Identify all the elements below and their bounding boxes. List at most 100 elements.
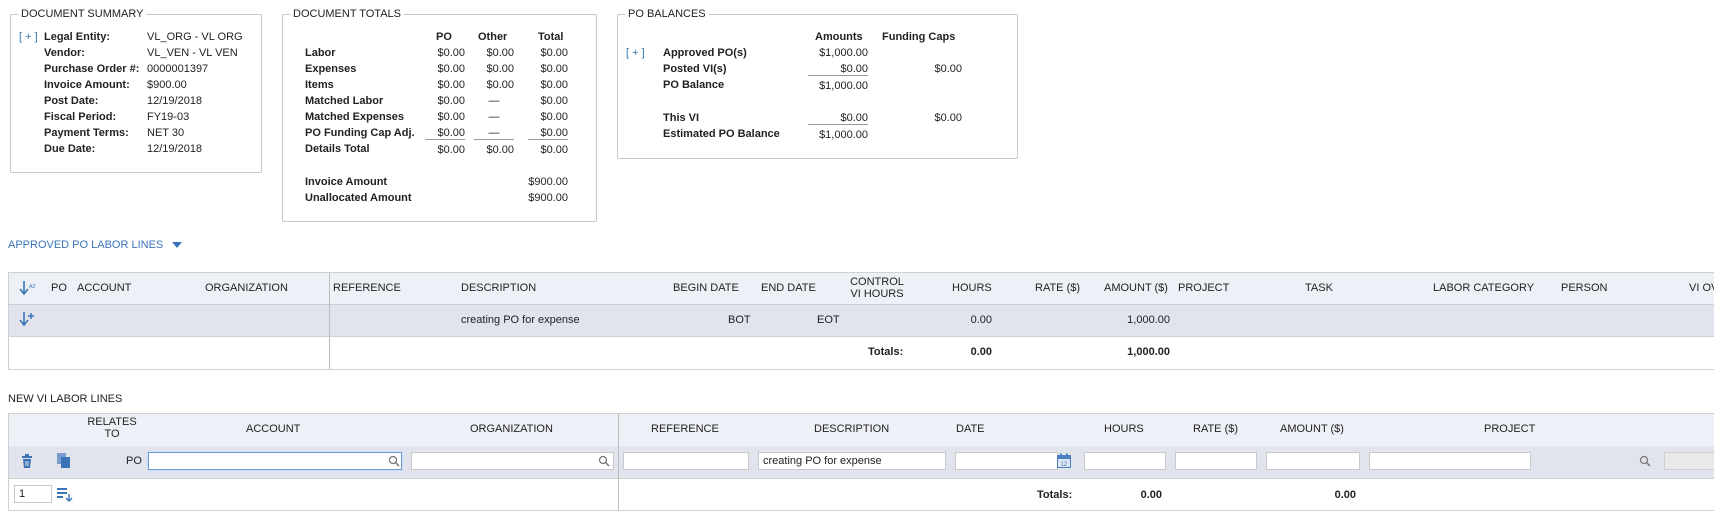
approved-row-hours: 0.00 [970, 314, 992, 326]
totals-po-value: $0.00 [437, 95, 465, 107]
unallocated-amount-value: $900.00 [528, 192, 568, 204]
unallocated-amount-label: Unallocated Amount [305, 192, 412, 204]
new-vi-description-input[interactable] [758, 452, 946, 470]
legal-entity-expand-link[interactable]: [ + ] [19, 31, 38, 43]
new-vi-col-amount: AMOUNT ($) [1280, 423, 1344, 435]
balances-label-this-vi: This VI [663, 112, 700, 124]
new-vi-hours-input[interactable] [1084, 452, 1166, 470]
approved-totals-amount: 1,000.00 [1127, 346, 1170, 358]
approved-col-vi-ov: VI OV [1689, 282, 1714, 294]
new-vi-organization-input[interactable] [411, 452, 614, 470]
balances-label-posted-vis: Posted VI(s) [663, 63, 727, 75]
calendar-icon[interactable]: 12 [1056, 453, 1072, 469]
approved-po-expand-link[interactable]: [ + ] [626, 47, 645, 59]
approved-col-description: DESCRIPTION [461, 282, 537, 294]
approved-grid-data-row [9, 305, 1714, 336]
approved-row-begin-date: BOT [728, 314, 751, 326]
account-search-icon[interactable] [388, 455, 400, 467]
approved-col-project: PROJECT [1178, 282, 1230, 294]
totals-po-value: $0.00 [437, 63, 465, 75]
approved-col-labor-category: LABOR CATEGORY [1433, 282, 1535, 294]
totals-total-value: $0.00 [540, 47, 568, 59]
totals-other-value: $0.00 [486, 63, 514, 75]
balances-cap-posted-vis: $0.00 [934, 63, 962, 75]
approved-col-begin-date: BEGIN DATE [673, 282, 739, 294]
add-rows-icon[interactable] [56, 486, 73, 502]
totals-po-value: $0.00 [437, 47, 465, 59]
totals-label: Items [305, 79, 334, 91]
summary-value-due-date: 12/19/2018 [147, 143, 203, 155]
new-vi-col-description: DESCRIPTION [814, 423, 890, 435]
copy-icon[interactable] [56, 452, 72, 469]
summary-label-fiscal-period: Fiscal Period: [44, 111, 117, 123]
totals-other-value: $0.00 [486, 144, 514, 156]
trash-icon[interactable] [19, 453, 35, 469]
balances-label-po-balance: PO Balance [663, 79, 725, 91]
totals-other-value: — [488, 111, 500, 123]
balances-amount-this-vi: $0.00 [808, 112, 868, 125]
sort-down-icon[interactable]: AZ [18, 280, 36, 296]
approved-col-control-line2: VI HOURS [850, 288, 904, 300]
new-vi-amount-input[interactable] [1266, 452, 1360, 470]
summary-value-payment-terms: NET 30 [147, 127, 185, 139]
totals-po-value: $0.00 [437, 111, 465, 123]
approved-col-end-date: END DATE [761, 282, 816, 294]
totals-other-value: — [488, 95, 500, 107]
totals-header-total: Total [538, 31, 564, 43]
balances-header-amounts: Amounts [815, 31, 863, 43]
approved-row-end-date: EOT [817, 314, 840, 326]
approved-po-labor-lines-toggle[interactable]: APPROVED PO LABOR LINES [8, 239, 183, 253]
balances-amount-estimated-po-balance: $1,000.00 [819, 129, 868, 141]
organization-search-icon[interactable] [598, 455, 610, 467]
new-vi-col-relates-line1: RELATES [87, 416, 137, 428]
row-count-input[interactable] [14, 485, 52, 503]
approved-col-po: PO [51, 282, 67, 294]
summary-value-po-number: 0000001397 [147, 63, 209, 75]
new-vi-account-input[interactable] [148, 452, 402, 470]
totals-po-value: $0.00 [437, 144, 465, 156]
approved-col-control-vi-hours: CONTROL VI HOURS [846, 276, 908, 300]
approved-col-task: TASK [1305, 282, 1333, 294]
summary-label-invoice-amount: Invoice Amount: [44, 79, 130, 91]
balances-amount-posted-vis: $0.00 [808, 63, 868, 76]
summary-value-legal-entity: VL_ORG - VL ORG [147, 31, 243, 43]
new-vi-col-rate: RATE ($) [1193, 423, 1239, 435]
svg-text:12: 12 [1061, 462, 1068, 468]
totals-total-value: $0.00 [540, 95, 568, 107]
summary-value-invoice-amount: $900.00 [147, 79, 187, 91]
new-vi-next-column-input[interactable] [1664, 452, 1714, 470]
totals-total-value: $0.00 [540, 111, 568, 123]
new-vi-rate-input[interactable] [1175, 452, 1257, 470]
svg-text:AZ: AZ [29, 284, 35, 290]
new-vi-col-organization: ORGANIZATION [470, 423, 553, 435]
new-vi-date-input[interactable] [955, 452, 1058, 470]
document-summary-title: DOCUMENT SUMMARY [21, 8, 144, 20]
invoice-amount-label: Invoice Amount [305, 176, 388, 188]
approved-col-reference: REFERENCE [333, 282, 401, 294]
totals-other-value: $0.00 [486, 47, 514, 59]
balances-header-funding-caps: Funding Caps [882, 31, 956, 43]
summary-label-po-number: Purchase Order #: [44, 63, 140, 75]
new-vi-reference-input[interactable] [623, 452, 749, 470]
summary-value-vendor: VL_VEN - VL VEN [147, 47, 238, 59]
approved-row-amount: 1,000.00 [1127, 314, 1170, 326]
add-line-icon[interactable] [18, 311, 36, 327]
new-vi-project-input[interactable] [1369, 452, 1531, 470]
totals-label: Matched Expenses [305, 111, 405, 123]
approved-col-organization: ORGANIZATION [205, 282, 288, 294]
balances-label-approved-po: Approved PO(s) [663, 47, 747, 59]
approved-totals-label: Totals: [868, 346, 904, 358]
approved-col-control-line1: CONTROL [850, 276, 904, 288]
approved-col-rate: RATE ($) [1035, 282, 1081, 294]
po-balances-title: PO BALANCES [628, 8, 706, 20]
approved-row-description: creating PO for expense [461, 314, 580, 326]
summary-value-fiscal-period: FY19-03 [147, 111, 190, 123]
invoice-amount-value: $900.00 [528, 176, 568, 188]
project-search-icon[interactable] [1639, 455, 1651, 467]
summary-label-payment-terms: Payment Terms: [44, 127, 129, 139]
totals-total-value: $0.00 [528, 127, 568, 140]
totals-header-other: Other [478, 31, 508, 43]
approved-po-labor-lines-title: APPROVED PO LABOR LINES [8, 239, 164, 251]
summary-label-vendor: Vendor: [44, 47, 85, 59]
new-vi-totals-hours: 0.00 [1140, 489, 1162, 501]
